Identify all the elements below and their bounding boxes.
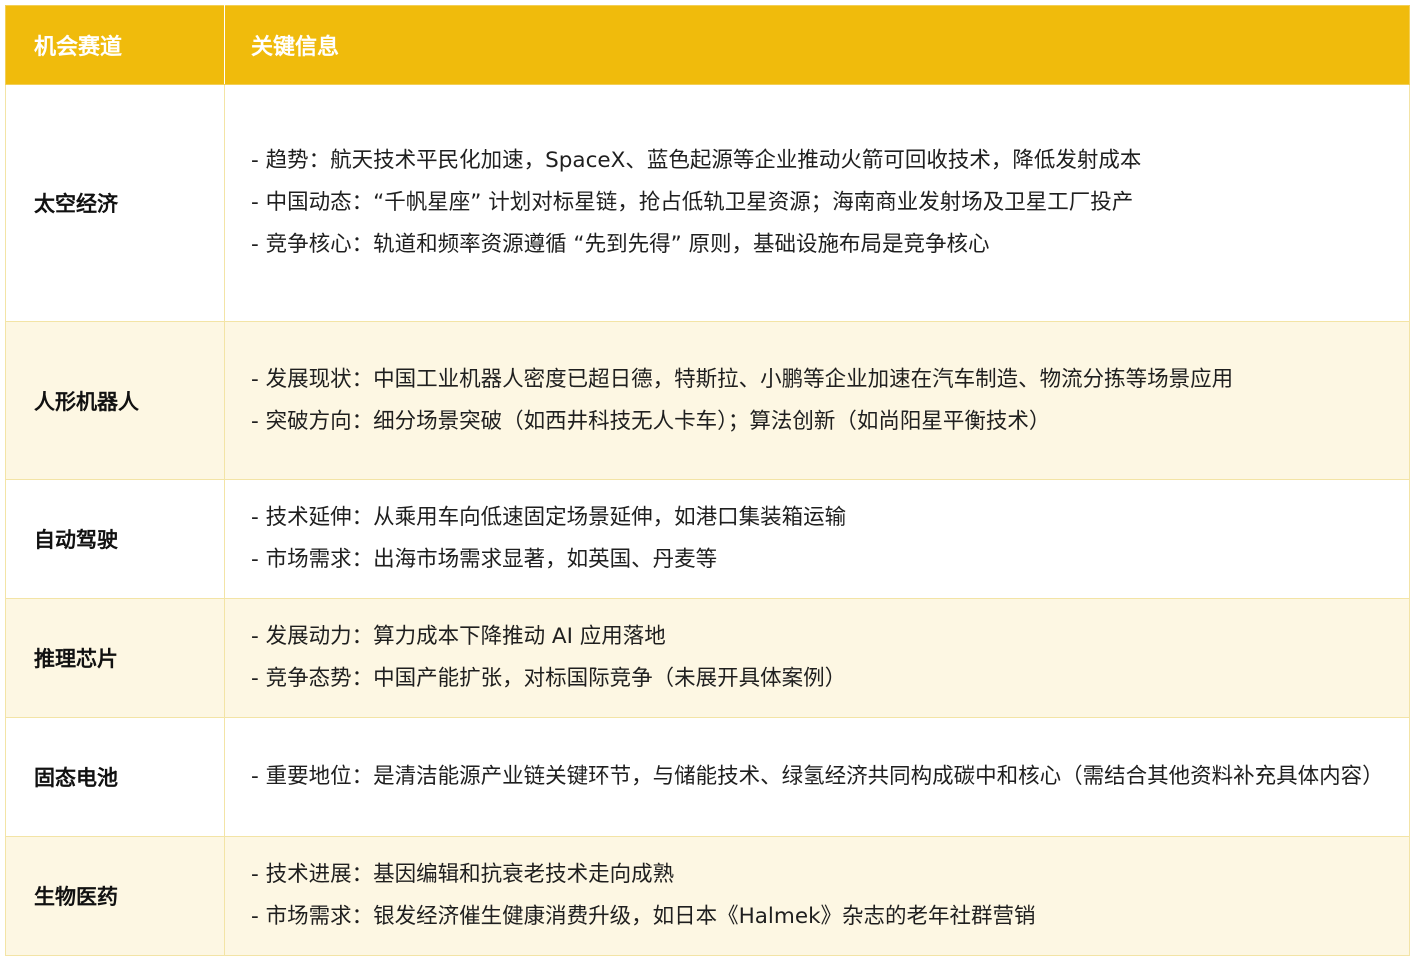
table-row: 自动驾驶 - 技术延伸：从乘用车向低速固定场景延伸，如港口集装箱运输 - 市场需… <box>5 479 1410 599</box>
info-line: - 市场需求：出海市场需求显著，如英国、丹麦等 <box>251 547 718 572</box>
info-line: - 中国动态：“千帆星座” 计划对标星链，抢占低轨卫星资源；海南商业发射场及卫星… <box>251 190 1134 215</box>
info-line: - 发展现状：中国工业机器人密度已超日德，特斯拉、小鹏等企业加速在汽车制造、物流… <box>251 366 1234 392</box>
info-line: - 趋势：航天技术平民化加速，SpaceX、蓝色起源等企业推动火箭可回收技术，降… <box>251 148 1142 173</box>
info-line: - 突破方向：细分场景突破（如西井科技无人卡车）；算法创新（如尚阳星平衡技术） <box>251 408 1051 434</box>
table-row: 人形机器人 - 发展现状：中国工业机器人密度已超日德，特斯拉、小鹏等企业加速在汽… <box>5 321 1410 480</box>
info-line: - 发展动力：算力成本下降推动 AI 应用落地 <box>251 624 666 649</box>
opportunity-table: 机会赛道 关键信息 太空经济 - 趋势：航天技术平民化加速，SpaceX、蓝色起… <box>5 5 1410 956</box>
row-category: 人形机器人 <box>5 321 225 480</box>
table-row: 推理芯片 - 发展动力：算力成本下降推动 AI 应用落地 - 竞争态势：中国产能… <box>5 598 1410 718</box>
row-info: - 趋势：航天技术平民化加速，SpaceX、蓝色起源等企业推动火箭可回收技术，降… <box>224 84 1410 322</box>
table-row: 固态电池 - 重要地位：是清洁能源产业链关键环节，与储能技术、绿氢经济共同构成碳… <box>5 717 1410 837</box>
header-key-info: 关键信息 <box>224 5 1410 85</box>
row-category: 自动驾驶 <box>5 479 225 599</box>
row-category: 固态电池 <box>5 717 225 837</box>
table-row: 太空经济 - 趋势：航天技术平民化加速，SpaceX、蓝色起源等企业推动火箭可回… <box>5 84 1410 322</box>
table-row: 生物医药 - 技术进展：基因编辑和抗衰老技术走向成熟 - 市场需求：银发经济催生… <box>5 836 1410 956</box>
info-line: - 竞争态势：中国产能扩张，对标国际竞争（未展开具体案例） <box>251 666 847 691</box>
row-info: - 技术延伸：从乘用车向低速固定场景延伸，如港口集装箱运输 - 市场需求：出海市… <box>224 479 1410 599</box>
info-line: - 竞争核心：轨道和频率资源遵循 “先到先得” 原则，基础设施布局是竞争核心 <box>251 232 990 257</box>
header-category: 机会赛道 <box>5 5 225 85</box>
table-header-row: 机会赛道 关键信息 <box>5 5 1410 85</box>
row-category: 推理芯片 <box>5 598 225 718</box>
row-info: - 发展现状：中国工业机器人密度已超日德，特斯拉、小鹏等企业加速在汽车制造、物流… <box>224 321 1410 480</box>
info-line: - 技术延伸：从乘用车向低速固定场景延伸，如港口集装箱运输 <box>251 505 847 530</box>
row-info: - 发展动力：算力成本下降推动 AI 应用落地 - 竞争态势：中国产能扩张，对标… <box>224 598 1410 718</box>
row-category: 生物医药 <box>5 836 225 956</box>
info-line: - 技术进展：基因编辑和抗衰老技术走向成熟 <box>251 862 675 887</box>
row-category: 太空经济 <box>5 84 225 322</box>
row-info: - 重要地位：是清洁能源产业链关键环节，与储能技术、绿氢经济共同构成碳中和核心（… <box>224 717 1410 837</box>
info-line: - 市场需求：银发经济催生健康消费升级，如日本《Halmek》杂志的老年社群营销 <box>251 904 1036 929</box>
info-line: - 重要地位：是清洁能源产业链关键环节，与储能技术、绿氢经济共同构成碳中和核心（… <box>251 764 1384 789</box>
row-info: - 技术进展：基因编辑和抗衰老技术走向成熟 - 市场需求：银发经济催生健康消费升… <box>224 836 1410 956</box>
